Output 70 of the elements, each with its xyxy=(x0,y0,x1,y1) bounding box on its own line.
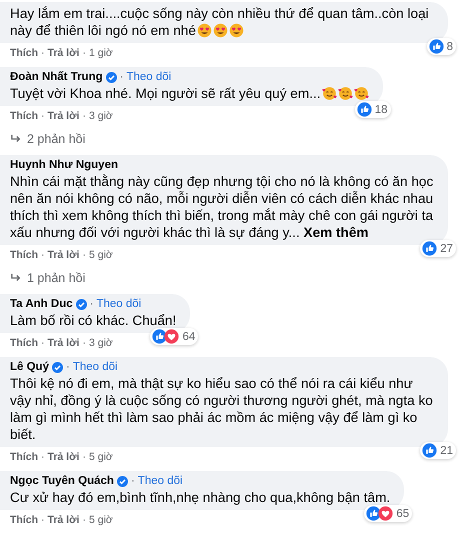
separator-dot: · xyxy=(82,249,86,262)
reply-link[interactable]: Trả lời xyxy=(48,249,80,262)
comment-time[interactable]: 5 giờ xyxy=(88,514,113,527)
follow-link[interactable]: Theo dõi xyxy=(126,70,172,85)
commenter-name[interactable]: Lê Quý xyxy=(10,360,49,375)
like-link[interactable]: Thích xyxy=(10,249,38,262)
reply-arrow-icon xyxy=(10,134,22,144)
like-link[interactable]: Thích xyxy=(10,451,38,464)
reaction-count[interactable]: 27 xyxy=(420,240,456,257)
thumbs-up-icon xyxy=(366,506,382,521)
commenter-name[interactable]: Ngọc Tuyên Quách xyxy=(10,474,114,489)
comment-time[interactable]: 1 giờ xyxy=(88,47,113,60)
separator-dot: · xyxy=(82,337,86,350)
separator-dot: · xyxy=(41,337,44,350)
view-replies-link[interactable]: 2 phản hồi xyxy=(0,130,471,155)
reaction-count[interactable]: 8 xyxy=(426,38,456,55)
heart-eyes-emoji-icon xyxy=(212,23,228,38)
like-link[interactable]: Thích xyxy=(10,110,38,123)
separator-dot: · xyxy=(120,70,124,85)
thumbs-up-icon xyxy=(428,39,444,54)
reaction-count[interactable]: 21 xyxy=(420,442,456,459)
separator-dot: · xyxy=(90,297,94,312)
reaction-count[interactable]: 18 xyxy=(354,101,391,118)
separator-dot: · xyxy=(66,360,70,375)
smiling-hearts-emoji-icon xyxy=(354,86,369,101)
heart-eyes-emoji-icon xyxy=(196,23,212,38)
separator-dot: · xyxy=(82,451,86,464)
follow-link[interactable]: Theo dõi xyxy=(96,297,142,312)
comment-time[interactable]: 3 giờ xyxy=(88,110,113,123)
view-replies-link[interactable]: 1 phản hồi xyxy=(0,269,471,294)
comment-text: Nhìn cái mặt thằng này cũng đẹp nhưng tội cho nó là không có ăn học nên ăn nói không có não, mỗi người diễn viên có cách diễn khác nhau thích thì xem không thích thì biến, trong mắt mày chê con gái người ta xấu nhưng đối với người khác thì là sự đáng y... Xem thêm xyxy=(10,173,434,241)
reaction-count[interactable]: 64 xyxy=(150,328,198,345)
reply-arrow-icon xyxy=(10,273,22,283)
reply-link[interactable]: Trả lời xyxy=(48,451,80,464)
comment-text: Cư xử hay đó em,bình tĩnh,nhẹ nhàng cho qua,không bận tâm. xyxy=(10,489,390,506)
like-link[interactable]: Thích xyxy=(10,514,38,527)
smiling-hearts-emoji-icon xyxy=(338,86,353,101)
separator-dot: · xyxy=(41,249,44,262)
separator-dot: · xyxy=(82,110,86,123)
reply-link[interactable]: Trả lời xyxy=(48,47,80,60)
like-link[interactable]: Thích xyxy=(10,337,38,350)
comment-text: Làm bố rồi có khác. Chuẩn! xyxy=(10,312,176,329)
comment-text: Hay lắm em trai....cuộc sống này còn nhiều thứ để quan tâm..còn loại này để thiên lôi ngó nó em nhé xyxy=(10,5,430,39)
comment-text: Thôi kệ nó đi em, mà thật sự ko hiểu sao có thể nói ra cái kiểu như vậy nhỉ, đồng ý là cuộc sống có người thương người ghét, mà ngta ko làm gì mình hết thì làm sao phải ác mồm ác miệng vậy để làm gì ko biết. xyxy=(10,375,434,443)
separator-dot: · xyxy=(82,47,86,60)
follow-link[interactable]: Theo dõi xyxy=(138,474,183,489)
thumbs-up-icon xyxy=(422,241,438,256)
separator-dot: · xyxy=(130,474,135,489)
heart-eyes-emoji-icon xyxy=(228,23,244,38)
commenter-name[interactable]: Huynh Như Nguyen xyxy=(10,158,118,173)
follow-link[interactable]: Theo dõi xyxy=(72,360,118,375)
comment-text: Tuyệt vời Khoa nhé. Mọi người sẽ rất yêu quý em... xyxy=(10,85,369,102)
reply-link[interactable]: Trả lời xyxy=(48,514,80,527)
separator-dot: · xyxy=(41,514,44,527)
smiling-hearts-emoji-icon xyxy=(322,86,337,101)
reaction-count[interactable]: 65 xyxy=(364,505,412,522)
thumbs-up-icon xyxy=(356,102,372,117)
commenter-name[interactable]: Đoàn Nhất Trung xyxy=(10,70,103,85)
commenter-name[interactable]: Ta Anh Duc xyxy=(10,297,73,312)
separator-dot: · xyxy=(41,451,44,464)
thumbs-up-icon xyxy=(422,443,438,458)
separator-dot: · xyxy=(82,514,86,527)
reply-link[interactable]: Trả lời xyxy=(48,110,80,123)
like-link[interactable]: Thích xyxy=(10,47,38,60)
separator-dot: · xyxy=(41,47,44,60)
comment-time[interactable]: 5 giờ xyxy=(88,249,113,262)
comment-time[interactable]: 5 giờ xyxy=(88,451,113,464)
separator-dot: · xyxy=(41,110,44,123)
reply-link[interactable]: Trả lời xyxy=(48,337,80,350)
comment-time[interactable]: 3 giờ xyxy=(88,337,113,350)
